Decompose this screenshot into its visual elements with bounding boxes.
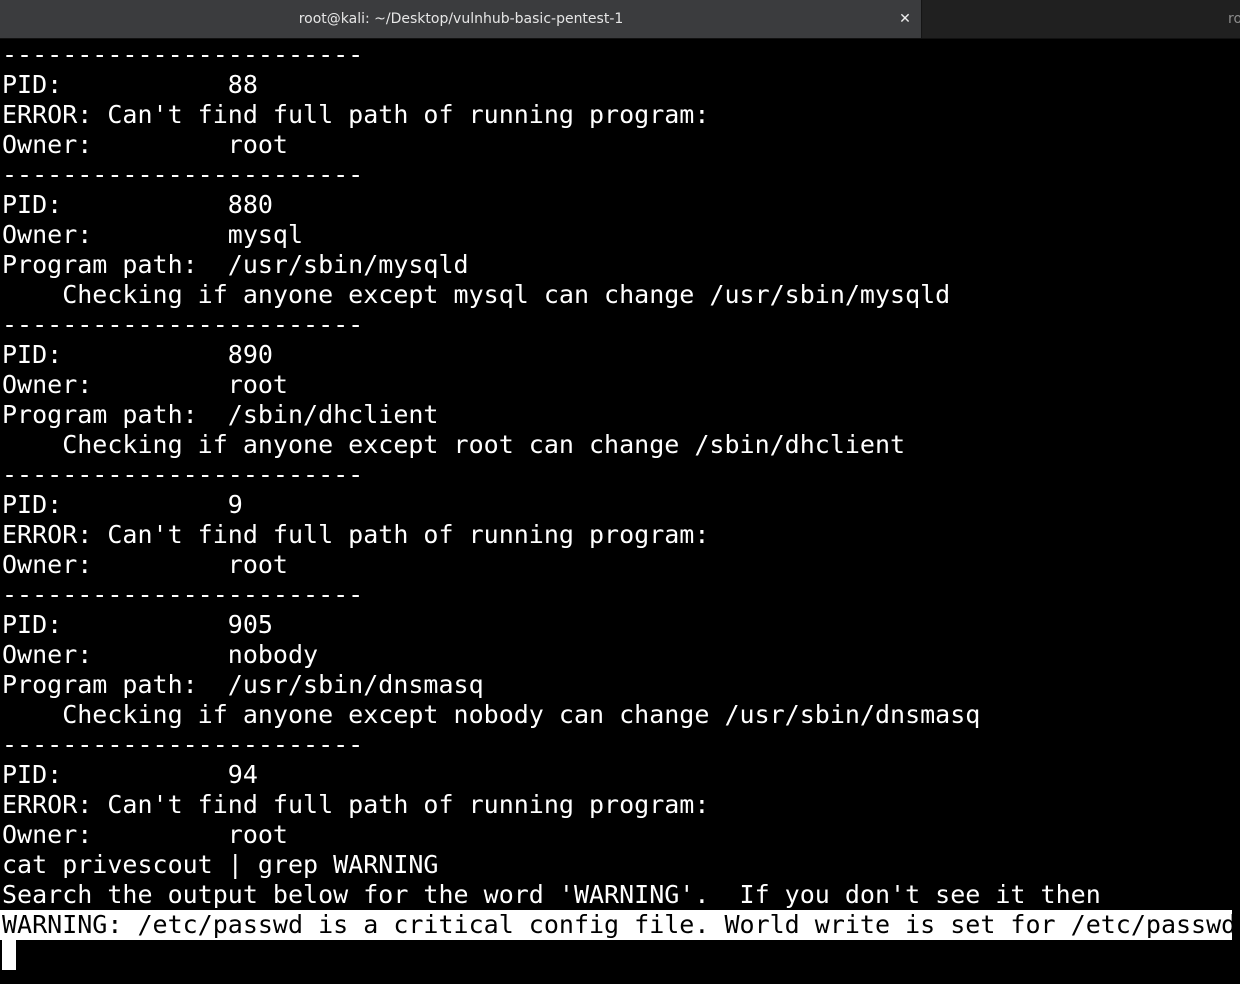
terminal-line: PID: 890 (2, 340, 273, 369)
terminal-line: Program path: /usr/sbin/dnsmasq (2, 670, 484, 699)
terminal-window: root@kali: ~/Desktop/vulnhub-basic-pente… (0, 0, 1240, 984)
terminal-line: ------------------------ (2, 310, 364, 339)
terminal-line: Program path: /usr/sbin/mysqld (2, 250, 469, 279)
close-icon[interactable]: ✕ (895, 9, 915, 29)
terminal-line: Owner: mysql (2, 220, 304, 249)
terminal-line: PID: 880 (2, 190, 273, 219)
terminal-line: Search the output below for the word 'WA… (2, 880, 1101, 909)
terminal-line: ERROR: Can't find full path of running p… (2, 790, 710, 819)
terminal-line: Checking if anyone except nobody can cha… (2, 700, 981, 729)
terminal-line: ------------------------ (2, 40, 364, 69)
terminal-line: Owner: root (2, 130, 288, 159)
terminal-line: Owner: nobody (2, 640, 319, 669)
tab-inactive-title: ro (1228, 11, 1240, 27)
terminal-output[interactable]: ------------------------ PID: 88 ERROR: … (0, 40, 1240, 984)
terminal-line: ------------------------ (2, 460, 364, 489)
terminal-line: ERROR: Can't find full path of running p… (2, 100, 710, 129)
tab-title: root@kali: ~/Desktop/vulnhub-basic-pente… (298, 11, 624, 27)
terminal-line: PID: 9 (2, 490, 243, 519)
terminal-line: PID: 905 (2, 610, 273, 639)
terminal-line: Checking if anyone except root can chang… (2, 430, 906, 459)
terminal-line: Owner: root (2, 370, 288, 399)
terminal-line: Owner: root (2, 820, 288, 849)
terminal-line-highlighted: WARNING: /etc/passwd is a critical confi… (2, 910, 1237, 939)
terminal-line: ------------------------ (2, 160, 364, 189)
tab-inactive[interactable]: ro (923, 0, 1240, 38)
terminal-line: ------------------------ (2, 730, 364, 759)
terminal-line: Checking if anyone except mysql can chan… (2, 280, 951, 309)
terminal-cursor (2, 940, 16, 970)
terminal-line: cat privescout | grep WARNING (2, 850, 439, 879)
terminal-line: PID: 88 (2, 70, 258, 99)
terminal-line: Program path: /sbin/dhclient (2, 400, 439, 429)
tab-active[interactable]: root@kali: ~/Desktop/vulnhub-basic-pente… (0, 0, 922, 38)
terminal-line: ------------------------ (2, 580, 364, 609)
terminal-line: Owner: root (2, 550, 288, 579)
tab-bar: root@kali: ~/Desktop/vulnhub-basic-pente… (0, 0, 1240, 39)
terminal-line: PID: 94 (2, 760, 258, 789)
terminal-line: ERROR: Can't find full path of running p… (2, 520, 710, 549)
